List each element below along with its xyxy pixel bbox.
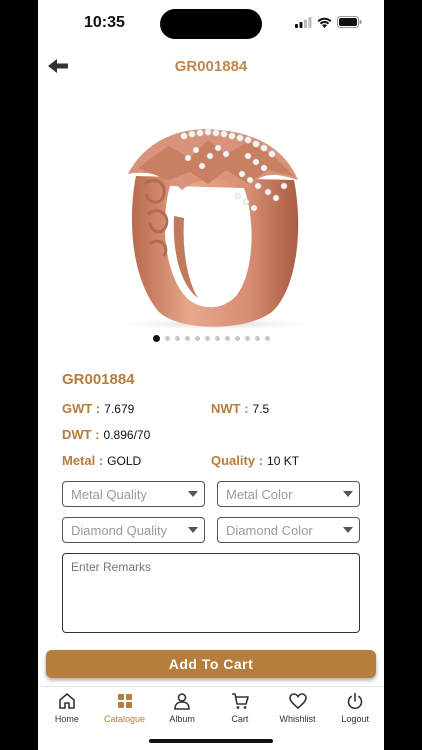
cart-icon [231,693,249,709]
quality-row: Quality :10 KT [211,453,299,468]
nwt-label: NWT : [211,401,249,416]
gwt-label: GWT : [62,401,101,416]
nwt-row: NWT :7.5 [211,401,269,416]
heart-icon [288,693,307,710]
dwt-value: 0.896/70 [103,428,151,442]
image-pagination[interactable] [38,335,384,342]
metal-color-placeholder: Metal Color [226,487,293,502]
gwt-value: 7.679 [104,402,135,416]
page-dot[interactable] [174,336,180,341]
page-dot[interactable] [264,336,270,341]
quality-value: 10 KT [267,454,300,468]
page-dot[interactable] [214,336,220,341]
gwt-row: GWT :7.679 [62,401,134,416]
home-icon [59,693,75,709]
tab-logout[interactable]: Logout [326,687,384,731]
page-dot[interactable] [184,336,190,341]
diamond-quality-dropdown[interactable]: Diamond Quality [62,517,205,543]
status-bar: 10:35 [38,0,384,46]
add-to-cart-button[interactable]: Add To Cart [46,650,376,678]
metal-row: Metal : GOLD [62,453,141,468]
remarks-input[interactable] [62,553,360,633]
page-dot[interactable] [244,336,250,341]
tab-home[interactable]: Home [38,687,96,731]
power-icon [347,692,363,710]
bottom-tab-bar: Home Catalogue Album Cart Whishlist Logo… [38,686,384,731]
dwt-label: DWT : [62,427,100,442]
page-dot[interactable] [152,335,160,342]
wifi-icon [317,17,332,28]
diamond-quality-placeholder: Diamond Quality [71,523,168,538]
tab-cart[interactable]: Cart [211,687,269,731]
metal-value: GOLD [107,454,142,468]
home-indicator [149,739,273,743]
status-icons [295,16,362,28]
tab-album[interactable]: Album [153,687,211,731]
diamond-color-dropdown[interactable]: Diamond Color [217,517,360,543]
signal-icon [295,16,312,28]
chevron-down-icon [343,491,353,497]
metal-quality-dropdown[interactable]: Metal Quality [62,481,205,507]
page-dot[interactable] [254,336,260,341]
chevron-down-icon [188,527,198,533]
tab-catalogue[interactable]: Catalogue [96,687,154,731]
nwt-value: 7.5 [252,402,270,416]
user-icon [174,693,190,710]
tab-label: Catalogue [103,714,146,724]
header: GR001884 [38,52,384,82]
chevron-down-icon [188,491,198,497]
dynamic-island [160,9,262,39]
tab-label: Whishlist [279,714,316,724]
diamond-color-placeholder: Diamond Color [226,523,313,538]
metal-color-dropdown[interactable]: Metal Color [217,481,360,507]
tab-label: Home [54,714,79,724]
tab-label: Cart [231,714,249,724]
page-dot[interactable] [224,336,230,341]
page-dot[interactable] [234,336,240,341]
metal-quality-placeholder: Metal Quality [71,487,147,502]
quality-label: Quality : [211,453,264,468]
product-code: GR001884 [62,371,135,388]
page-dot[interactable] [164,336,170,341]
page-title: GR001884 [174,58,248,75]
dwt-row: DWT :0.896/70 [62,427,150,442]
chevron-down-icon [343,527,353,533]
tab-wishlist[interactable]: Whishlist [269,687,327,731]
product-image[interactable] [98,96,328,336]
page-dot[interactable] [194,336,200,341]
battery-icon [337,16,362,28]
app-screen: 10:35 GR001884 GR001884 GWT: 7.679 NWT … [38,0,384,750]
page-dot[interactable] [204,336,210,341]
tab-label: Album [169,714,195,724]
grid-icon [117,694,132,708]
tab-label: Logout [341,714,369,724]
status-time: 10:35 [84,14,125,31]
metal-label: Metal : [62,453,104,468]
